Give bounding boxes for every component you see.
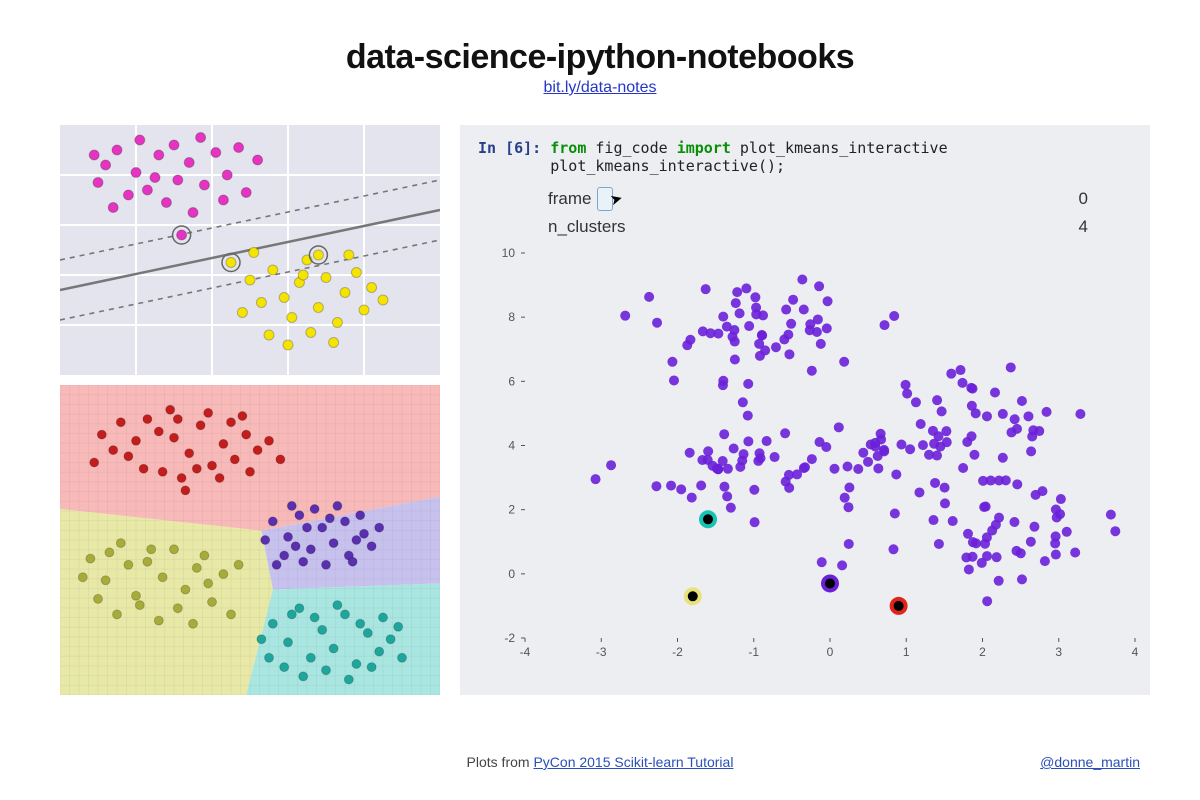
svg-text:2: 2: [979, 645, 986, 659]
code-line-2: plot_kmeans_interactive();: [550, 157, 785, 175]
svg-text:-2: -2: [672, 645, 683, 659]
footer-prefix: Plots from: [467, 754, 534, 770]
notebook-panel: In [6]: from fig_code import plot_kmeans…: [460, 125, 1150, 695]
svg-text:-4: -4: [520, 645, 531, 659]
svg-text:0: 0: [827, 645, 834, 659]
widget-nclusters[interactable]: n_clusters 4: [548, 217, 1088, 237]
code-cell: In [6]: from fig_code import plot_kmeans…: [460, 125, 1150, 175]
svg-text:2: 2: [508, 503, 515, 517]
frame-label: frame: [548, 189, 591, 209]
svg-text:0: 0: [508, 567, 515, 581]
widget-frame[interactable]: frame ➤ 0: [548, 187, 1088, 211]
footer-source-link[interactable]: PyCon 2015 Scikit-learn Tutorial: [533, 754, 733, 770]
svg-text:3: 3: [1055, 645, 1062, 659]
kw-import: import: [677, 139, 731, 157]
svg-text:10: 10: [502, 246, 516, 260]
svg-text:-1: -1: [748, 645, 759, 659]
svg-text:4: 4: [1132, 645, 1139, 659]
svg-text:6: 6: [508, 374, 515, 388]
short-link[interactable]: bit.ly/data-notes: [544, 79, 657, 96]
footer: Plots from PyCon 2015 Scikit-learn Tutor…: [60, 734, 1140, 770]
cursor-icon: ➤: [608, 189, 625, 210]
module-name: fig_code: [595, 139, 667, 157]
voronoi-panel: [60, 385, 440, 695]
nclusters-label: n_clusters: [548, 217, 625, 237]
cell-prompt: In [6]:: [478, 139, 541, 157]
svg-text:1: 1: [903, 645, 910, 659]
slider-handle-icon[interactable]: ➤: [597, 187, 613, 211]
frame-value: 0: [1079, 189, 1088, 209]
twitter-link[interactable]: @donne_martin: [1040, 754, 1140, 770]
left-column: [60, 125, 440, 734]
kw-from: from: [550, 139, 586, 157]
import-target: plot_kmeans_interactive: [740, 139, 948, 157]
svg-text:8: 8: [508, 310, 515, 324]
svg-text:4: 4: [508, 439, 515, 453]
svg-text:-2: -2: [504, 631, 515, 645]
svg-text:-3: -3: [596, 645, 607, 659]
svm-panel: [60, 125, 440, 375]
page-title: data-science-ipython-notebooks: [60, 38, 1140, 77]
nclusters-value: 4: [1079, 217, 1088, 237]
content-row: In [6]: from fig_code import plot_kmeans…: [60, 125, 1140, 734]
